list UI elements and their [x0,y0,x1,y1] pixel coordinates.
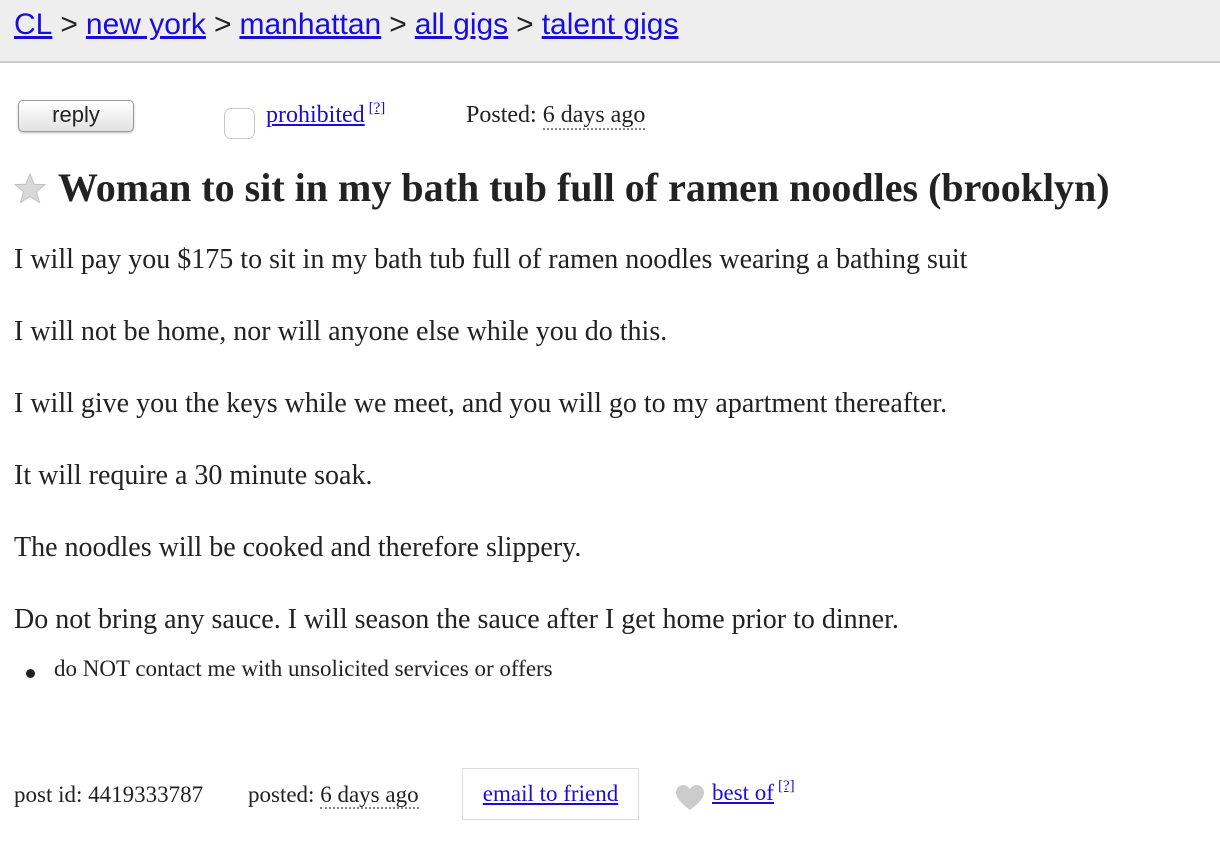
heart-icon[interactable] [676,785,704,811]
post-paragraph: I will give you the keys while we meet, … [14,388,948,419]
flag-prohibited-checkbox[interactable] [224,108,255,139]
breadcrumb-bar: CL > new york > manhattan > all gigs > talent gi… [0,0,1220,63]
best-of-help-link[interactable]: [?] [778,778,795,794]
email-to-friend-box: email to friend [462,768,639,820]
post-title: Woman to sit in my bath tub full of rame… [58,165,1110,210]
footer-posted-date: posted: 6 days ago [248,782,419,809]
post-paragraph: It will require a 30 minute soak. [14,460,373,491]
notice-item: do NOT contact me with unsolicited servi… [14,656,553,682]
breadcrumb-separator: > [516,8,534,41]
notices-list: do NOT contact me with unsolicited servi… [14,656,553,682]
prohibited-link[interactable]: prohibited [266,102,365,128]
post-id-value: 4419333787 [88,782,204,807]
post-id-label: post id: [14,782,83,807]
breadcrumb-all-gigs[interactable]: all gigs [415,8,508,41]
prohibited-help-link[interactable]: [?] [369,100,386,116]
post-paragraph: The noodles will be cooked and therefore… [14,532,582,563]
posted-label: Posted: [466,102,537,128]
post-body: I will pay you $175 to sit in my bath tu… [14,240,967,672]
breadcrumb-cl[interactable]: CL [14,8,52,41]
post-paragraph: I will not be home, nor will anyone else… [14,316,668,347]
breadcrumb-manhattan[interactable]: manhattan [239,8,381,41]
footer-posted-label: posted: [248,782,315,807]
posted-value: 6 days ago [542,102,646,130]
breadcrumb-separator: > [60,8,78,41]
email-to-friend-link[interactable]: email to friend [483,781,618,807]
breadcrumb-separator: > [213,8,232,41]
breadcrumb-separator: > [389,8,407,41]
footer-posted-value: 6 days ago [320,782,419,809]
posted-date: Posted: 6 days ago [466,102,646,130]
breadcrumb-talent-gigs[interactable]: talent gigs [542,8,679,41]
breadcrumb: CL > new york > manhattan > all gigs > talent gi… [14,8,678,42]
post-id: post id: 4419333787 [14,782,203,808]
post-footer: post id: 4419333787 posted: 6 days ago e… [0,768,1220,824]
star-icon[interactable] [14,173,46,205]
prohibited-flag: prohibited [?] [266,100,386,129]
post-paragraph: I will pay you $175 to sit in my bath tu… [14,244,968,275]
best-of: best of [?] [712,778,795,806]
best-of-link[interactable]: best of [712,780,774,805]
breadcrumb-new-york[interactable]: new york [86,8,206,41]
reply-button[interactable]: reply [18,100,134,132]
